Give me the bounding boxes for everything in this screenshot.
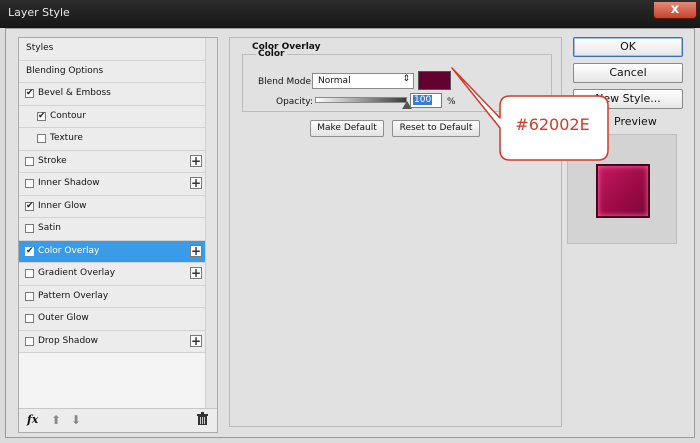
callout-bubble — [451, 67, 609, 161]
callout-text: #62002E — [515, 115, 590, 134]
